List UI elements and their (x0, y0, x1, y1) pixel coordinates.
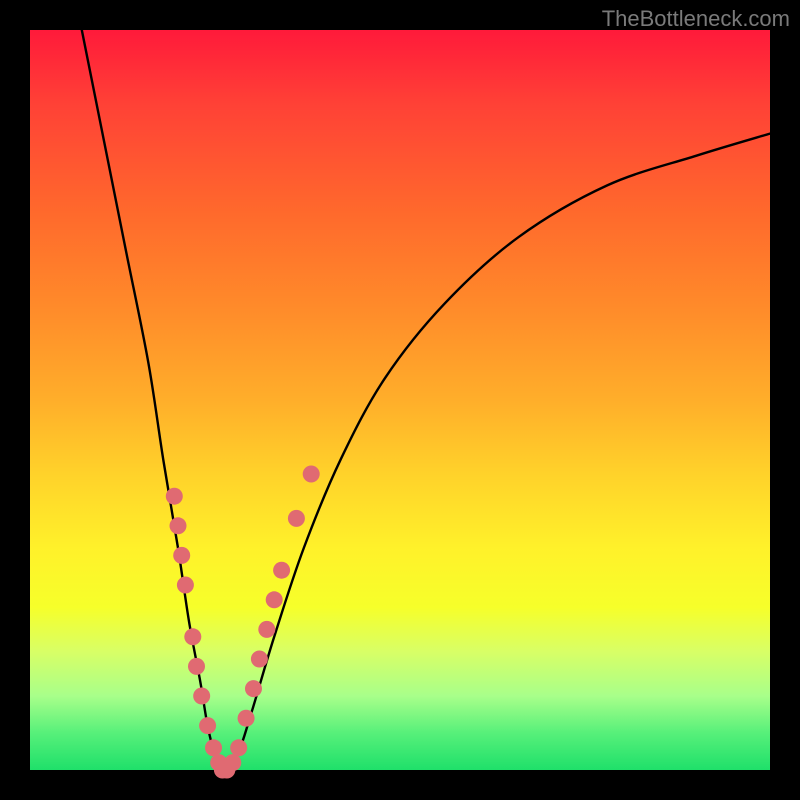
chart-overlay (30, 30, 770, 770)
highlight-point (303, 466, 320, 483)
highlight-point (199, 717, 216, 734)
highlight-point (273, 562, 290, 579)
highlight-point (251, 651, 268, 668)
outer-frame: TheBottleneck.com (0, 0, 800, 800)
curve-left-branch (82, 30, 223, 770)
highlight-point (193, 688, 210, 705)
highlight-point (188, 658, 205, 675)
highlight-point (205, 739, 222, 756)
highlight-point (166, 488, 183, 505)
highlight-point (288, 510, 305, 527)
highlight-point (238, 710, 255, 727)
curve-right-branch (222, 134, 770, 770)
highlight-point (177, 577, 194, 594)
highlight-point (266, 591, 283, 608)
highlight-point (173, 547, 190, 564)
highlight-point (224, 754, 241, 771)
highlight-point (184, 628, 201, 645)
highlight-point (258, 621, 275, 638)
highlight-point (230, 739, 247, 756)
watermark-text: TheBottleneck.com (602, 6, 790, 32)
highlight-point (245, 680, 262, 697)
highlight-point (170, 517, 187, 534)
